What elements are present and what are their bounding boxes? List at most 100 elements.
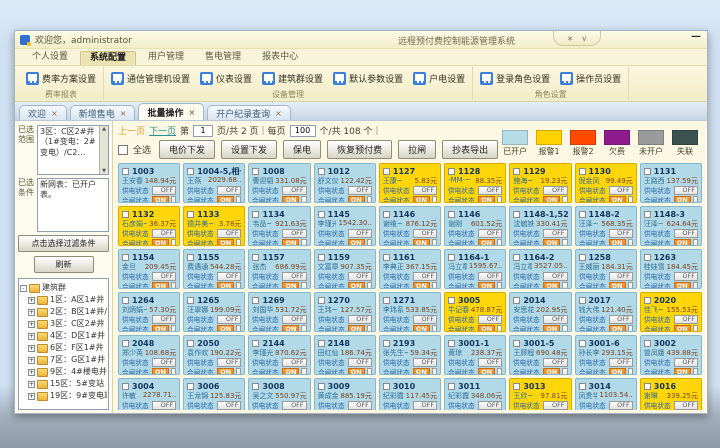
ribbon-button[interactable]: 默认参数设置 xyxy=(333,72,403,85)
next-page-link[interactable]: 下一页 xyxy=(149,124,176,137)
ribbon-button[interactable]: 费率方案设置 xyxy=(26,72,96,85)
card-checkbox[interactable] xyxy=(318,254,325,261)
meter-card[interactable]: 1265 汪翠娜 199.09元 供电状态 OFF 合闸状态 xyxy=(183,292,245,332)
tree-expand-icon[interactable] xyxy=(28,357,35,364)
card-checkbox[interactable] xyxy=(187,211,194,218)
card-checkbox[interactable] xyxy=(579,383,586,390)
meter-card[interactable]: 3008 吴之文 550.97元 供电状态 OFF 合闸状态 xyxy=(248,378,310,410)
tree-expand-icon[interactable] xyxy=(28,309,35,316)
tree-item[interactable]: 15区：5#变站（3#变… xyxy=(28,378,107,390)
meter-card[interactable]: 1148-2 汪泽~ 568.35元 供电状态 OFF 合闸 xyxy=(575,206,637,246)
card-checkbox[interactable] xyxy=(383,168,390,175)
meter-card[interactable]: 1129 鲍海~ 19.23元 供电状态 OFF 合闸状态 xyxy=(509,163,571,203)
choose-filter-button[interactable]: 点击选择过滤条件 xyxy=(18,235,109,252)
card-checkbox[interactable] xyxy=(448,168,455,175)
meter-card[interactable]: 1164-2 冯立章 3527.05.. 供电状态 OFF xyxy=(509,249,571,289)
card-checkbox[interactable] xyxy=(187,297,194,304)
card-checkbox[interactable] xyxy=(122,340,129,347)
selected-condition-item[interactable]: 新网表：已开户 xyxy=(40,180,106,190)
meter-card[interactable]: 1130 倪金凤 99.49元 供电状态 OFF 合闸状态 xyxy=(575,163,637,203)
meter-card[interactable]: 3004 许敏 2278.71.. 供电状态 OFF 合闸状 xyxy=(118,378,180,410)
scroll-up-icon[interactable] xyxy=(102,126,106,132)
meter-card[interactable]: 1161 李典正 367.15元 供电状态 OFF 合闸状态 xyxy=(379,249,441,289)
refresh-button[interactable]: 刷新 xyxy=(34,256,94,273)
card-checkbox[interactable] xyxy=(513,211,520,218)
meter-card[interactable]: 1146 谢维~ 876.12元 供电状态 OFF 合闸状态 xyxy=(379,206,441,246)
meter-card[interactable]: 2048 郑少英 108.68元 供电状态 OFF 合闸状态 xyxy=(118,335,180,375)
card-checkbox[interactable] xyxy=(252,168,259,175)
card-checkbox[interactable] xyxy=(579,340,586,347)
card-checkbox[interactable] xyxy=(448,254,455,261)
meter-card[interactable]: 1264 刘炳娟~ 57.30元 供电状态 OFF 合闸状态 xyxy=(118,292,180,332)
card-checkbox[interactable] xyxy=(252,254,259,261)
chevron-down-icon[interactable] xyxy=(581,34,587,43)
tree-expand-icon[interactable] xyxy=(28,345,35,352)
meter-card[interactable]: 1270 王玮~ 127.57元 供电状态 OFF 合闸状态 xyxy=(314,292,376,332)
close-icon[interactable]: × xyxy=(51,109,58,118)
listbox-scrollbar[interactable] xyxy=(99,126,108,174)
card-checkbox[interactable] xyxy=(318,211,325,218)
ribbon-tab[interactable]: 系统配置 xyxy=(80,51,136,65)
card-checkbox[interactable] xyxy=(579,297,586,304)
tree-expand-icon[interactable] xyxy=(28,321,35,328)
meter-card[interactable]: 1271 李玮系 533.85元 供电状态 OFF 合闸状态 xyxy=(379,292,441,332)
meter-card[interactable]: 1157 张杰 686.99元 供电状态 OFF 合闸状态 xyxy=(248,249,310,289)
meter-card[interactable]: 1145 李瑾光~ 1542.30.. 供电状态 OFF 合 xyxy=(314,206,376,246)
tree-item[interactable]: 1区：A区1#井 xyxy=(28,294,107,306)
selected-range-listbox[interactable]: 3区：C区2#井（1#变电：2#变电）/C2… xyxy=(37,125,109,175)
meter-card[interactable]: 2020 佳飞~ 155.53元 供电状态 OFF 合闸状态 xyxy=(640,292,702,332)
tree-item[interactable]: 9区：4#楼电井（4#楼… xyxy=(28,366,107,378)
meter-card[interactable]: 1263 桂娃雪~ 184.45元 供电状态 OFF 合闸状 xyxy=(640,249,702,289)
tree-expand-icon[interactable] xyxy=(28,393,35,400)
card-checkbox[interactable] xyxy=(383,383,390,390)
card-checkbox[interactable] xyxy=(644,340,651,347)
document-tab[interactable]: 批量操作 × xyxy=(138,103,204,120)
meter-card[interactable]: 3001-6 孙长李~ 293.15元 供电状态 OFF 合 xyxy=(575,335,637,375)
batch-action-button[interactable]: 恢复预付费 xyxy=(327,140,392,159)
card-checkbox[interactable] xyxy=(448,297,455,304)
card-checkbox[interactable] xyxy=(644,383,651,390)
tree-expand-icon[interactable] xyxy=(28,369,35,376)
selected-range-item[interactable]: 变电）/C2… xyxy=(40,148,99,158)
meter-card[interactable]: 2148 田红仙 186.74元 供电状态 OFF 合闸状态 xyxy=(314,335,376,375)
meter-card[interactable]: 1148-1,522 沈毓铁 330.41元 供电状态 OFF xyxy=(509,206,571,246)
card-checkbox[interactable] xyxy=(383,211,390,218)
meter-card[interactable]: 3002 曾凤娥 439.88元 供电状态 OFF 合闸状态 xyxy=(640,335,702,375)
meter-card[interactable]: 3010 纪彩霞~ 117.45元 供电状态 OFF 合闸状 xyxy=(379,378,441,410)
card-checkbox[interactable] xyxy=(383,340,390,347)
ribbon-button[interactable]: 通信管理机设置 xyxy=(111,72,190,85)
card-checkbox[interactable] xyxy=(187,383,194,390)
close-icon[interactable]: × xyxy=(188,108,195,117)
card-checkbox[interactable] xyxy=(187,168,194,175)
card-checkbox[interactable] xyxy=(252,211,259,218)
ribbon-tab[interactable]: 个人设置 xyxy=(23,51,77,65)
card-checkbox[interactable] xyxy=(187,340,194,347)
meter-card[interactable]: 1159 文富章 907.35元 供电状态 OFF 合闸状态 xyxy=(314,249,376,289)
card-checkbox[interactable] xyxy=(644,168,651,175)
meter-card[interactable]: 2050 袁作欢 190.22元 供电状态 OFF 合闸状态 xyxy=(183,335,245,375)
card-checkbox[interactable] xyxy=(122,168,129,175)
meter-card[interactable]: 1128 -MM-~ 88.35元 供电状态 OFF 合闸状 xyxy=(444,163,506,203)
card-checkbox[interactable] xyxy=(448,340,455,347)
document-tab[interactable]: 开户纪录查询 × xyxy=(207,105,291,120)
card-checkbox[interactable] xyxy=(513,168,520,175)
ribbon-tab[interactable]: 售电管理 xyxy=(196,51,250,65)
meter-card[interactable]: 3013 王欣~ 97.81元 供电状态 OFF 合闸状态 xyxy=(509,378,571,410)
meter-card[interactable]: 1132 石彦娟~ 36.37元 供电状态 OFF 合闸状态 xyxy=(118,206,180,246)
prev-page-link[interactable]: 上一页 xyxy=(118,124,145,137)
card-checkbox[interactable] xyxy=(318,383,325,390)
selected-condition-listbox[interactable]: 新网表：已开户表。 xyxy=(37,178,109,232)
meter-card[interactable]: 2017 钱大伟 121.40元 供电状态 OFF 合闸状态 xyxy=(575,292,637,332)
minimize-icon[interactable] xyxy=(691,31,701,42)
card-checkbox[interactable] xyxy=(252,340,259,347)
close-icon[interactable]: × xyxy=(120,109,127,118)
card-checkbox[interactable] xyxy=(252,383,259,390)
tree-expand-icon[interactable] xyxy=(28,381,35,388)
meter-card[interactable]: 1127 王康~ 5.83元 供电状态 OFF 合闸状态 xyxy=(379,163,441,203)
card-checkbox[interactable] xyxy=(187,254,194,261)
page-size-input[interactable] xyxy=(290,125,316,137)
meter-card[interactable]: 1146 谢刚 601.52元 供电状态 OFF 合闸状态 xyxy=(444,206,506,246)
tree-collapse-icon[interactable] xyxy=(20,285,27,292)
tree-expand-icon[interactable] xyxy=(28,333,35,340)
card-checkbox[interactable] xyxy=(122,297,129,304)
